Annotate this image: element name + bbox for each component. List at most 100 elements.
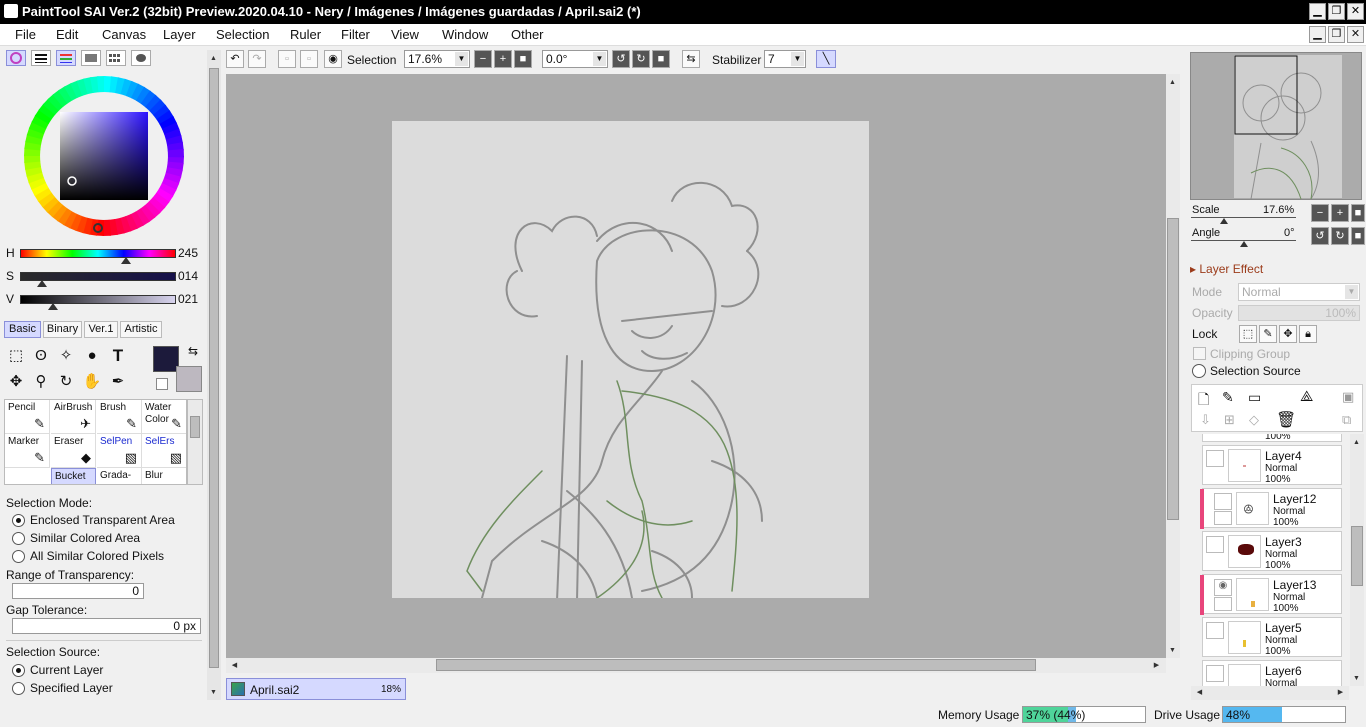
trash-icon[interactable]: 🗑︎ <box>1276 410 1296 430</box>
menu-other[interactable]: Other <box>511 27 544 42</box>
menu-canvas[interactable]: Canvas <box>102 27 146 42</box>
rotate-left-icon[interactable]: ↺ <box>1311 227 1329 245</box>
tab-binary[interactable]: Binary <box>43 321 82 338</box>
redo-icon[interactable]: ↷ <box>248 50 266 68</box>
layer-mask-icon[interactable]: ▣ <box>1342 389 1354 405</box>
secondary-color-swatch[interactable] <box>176 366 202 392</box>
color-mixer-icon[interactable] <box>81 50 101 66</box>
value-bar[interactable] <box>20 295 176 304</box>
menu-file[interactable]: File <box>15 27 36 42</box>
close-button[interactable]: ✕ <box>1347 3 1364 20</box>
brush-marker[interactable]: Marker ✎ <box>5 434 50 468</box>
undo-icon[interactable]: ↶ <box>226 50 244 68</box>
value-slider-knob[interactable] <box>47 303 58 310</box>
visibility-toggle[interactable] <box>1206 622 1224 639</box>
hue-slider[interactable]: H 245 <box>4 246 204 264</box>
saturation-slider[interactable]: S 014 <box>4 269 204 287</box>
clipping-indicator[interactable] <box>1214 597 1232 611</box>
visibility-toggle[interactable] <box>1206 450 1224 467</box>
hand-icon[interactable]: ✋ <box>80 371 104 393</box>
saturation-value[interactable]: 014 <box>178 269 198 283</box>
hue-slider-knob[interactable] <box>121 257 132 264</box>
scroll-down-icon[interactable]: ▼ <box>1350 672 1363 685</box>
layer-item-layer12[interactable]: ꔮ Layer12 Normal 100% <box>1200 488 1342 529</box>
new-linework-layer-icon[interactable]: ✎ <box>1222 389 1234 406</box>
move-icon[interactable]: ✥ <box>4 371 28 393</box>
layer-effect-icon[interactable]: ⟁ <box>1300 388 1313 405</box>
doc-minimize-button[interactable]: ▁ <box>1309 26 1326 43</box>
text-tool-icon[interactable]: T <box>106 345 130 367</box>
brush-airbrush[interactable]: AirBrush ✈ <box>51 400 96 434</box>
rect-select-icon[interactable]: ⬚ <box>4 345 28 367</box>
doc-restore-button[interactable]: ❐ <box>1328 26 1345 43</box>
scale-down-icon[interactable]: − <box>1311 204 1329 222</box>
layer-partial-top[interactable]: 100% <box>1202 434 1342 442</box>
layer-effect-header[interactable]: ▸ Layer Effect <box>1190 262 1263 276</box>
minimize-button[interactable]: ▁ <box>1309 3 1326 20</box>
lasso-icon[interactable]: ʘ <box>29 345 53 367</box>
zoom-icon[interactable]: ⚲ <box>29 371 53 393</box>
tab-basic[interactable]: Basic <box>4 321 41 338</box>
brush-pencil[interactable]: Pencil ✎ <box>5 400 50 434</box>
canvas-vertical-scrollbar[interactable]: ▲ ▼ <box>1166 74 1180 658</box>
eyedropper-icon[interactable]: ✒ <box>106 371 130 393</box>
tab-artistic[interactable]: Artistic <box>120 321 162 338</box>
brush-eraser[interactable]: Eraser ◆ <box>51 434 96 468</box>
zoom-in-icon[interactable]: + <box>494 50 512 68</box>
menu-ruler[interactable]: Ruler <box>290 27 321 42</box>
swap-colors-icon[interactable]: ⇆ <box>188 344 198 358</box>
scroll-up-icon[interactable]: ▲ <box>207 52 220 65</box>
selection-source-radio[interactable] <box>1192 364 1206 378</box>
new-folder-icon[interactable]: ▭ <box>1248 389 1261 406</box>
zoom-reset-icon[interactable]: ■ <box>514 50 532 68</box>
lock-all-icon[interactable]: 🔒︎ <box>1299 325 1317 343</box>
brush-brush[interactable]: Brush ✎ <box>97 400 142 434</box>
zoom-out-icon[interactable]: − <box>474 50 492 68</box>
merge-mask-icon[interactable]: ⧉ <box>1342 412 1351 428</box>
merge-down-icon[interactable]: ⊞ <box>1224 412 1235 428</box>
menu-layer[interactable]: Layer <box>163 27 196 42</box>
magic-wand-icon[interactable]: ✧ <box>54 345 78 367</box>
layer-list-scrollbar[interactable]: ▲ ▼ <box>1350 434 1364 686</box>
layer-item-layer5[interactable]: Layer5 Normal 100% <box>1202 617 1342 657</box>
radio-current-layer[interactable] <box>12 664 25 677</box>
transfer-down-icon[interactable]: ⇩ <box>1200 412 1211 428</box>
scroll-left-icon[interactable]: ◀ <box>1193 686 1206 699</box>
option-enclosed-area[interactable]: Enclosed Transparent Area <box>30 513 175 527</box>
blend-mode-dropdown[interactable]: Normal ▼ <box>1238 283 1360 301</box>
stroke-line-icon[interactable]: ╲ <box>816 50 836 68</box>
layer-item-layer3[interactable]: Layer3 Normal 100% <box>1202 531 1342 571</box>
drawing-canvas[interactable] <box>392 121 869 602</box>
scrollbar-thumb[interactable] <box>436 659 1036 671</box>
gap-tolerance-input[interactable]: 0 px <box>12 618 201 634</box>
radio-all-similar[interactable] <box>12 550 25 563</box>
left-panel-scrollbar[interactable]: ▲ ▼ <box>207 50 221 700</box>
radio-similar-color[interactable] <box>12 532 25 545</box>
rotate-icon[interactable]: ↻ <box>54 371 78 393</box>
scroll-right-icon[interactable]: ▶ <box>1334 686 1347 699</box>
file-tab[interactable]: April.sai2 18% <box>226 678 406 700</box>
doc-close-button[interactable]: ✕ <box>1347 26 1364 43</box>
tab-ver1[interactable]: Ver.1 <box>84 321 118 338</box>
eye-icon[interactable]: ◉ <box>324 50 342 68</box>
scroll-down-icon[interactable]: ▼ <box>1166 644 1179 657</box>
eye-icon[interactable]: ◉ <box>1214 579 1232 596</box>
scratchpad-icon[interactable] <box>131 50 151 66</box>
visibility-toggle[interactable] <box>1214 493 1232 510</box>
layer-item-layer4[interactable]: Layer4 Normal 100% <box>1202 445 1342 485</box>
layer-list-hscrollbar[interactable]: ◀ ▶ <box>1191 686 1349 700</box>
range-transparency-input[interactable]: 0 <box>12 583 144 599</box>
clipping-indicator[interactable] <box>1214 511 1232 525</box>
hsv-slider-mode-icon[interactable] <box>56 50 76 66</box>
rotate-left-icon[interactable]: ↺ <box>612 50 630 68</box>
transparent-color-icon[interactable] <box>156 378 168 390</box>
restore-button[interactable]: ❐ <box>1328 3 1345 20</box>
lock-move-icon[interactable]: ✥ <box>1279 325 1297 343</box>
value-slider[interactable]: V 021 <box>4 292 204 310</box>
layer-item-layer6[interactable]: Layer6 Normal <box>1202 660 1342 686</box>
color-wheel-mode-icon[interactable] <box>6 50 26 66</box>
clear-layer-icon[interactable]: ◇ <box>1249 412 1259 428</box>
brush-selpen[interactable]: SelPen ▧ <box>97 434 142 468</box>
brush-watercolor[interactable]: Water Color ✎ <box>142 400 186 434</box>
zoom-dropdown[interactable]: 17.6% ▼ <box>404 50 470 68</box>
